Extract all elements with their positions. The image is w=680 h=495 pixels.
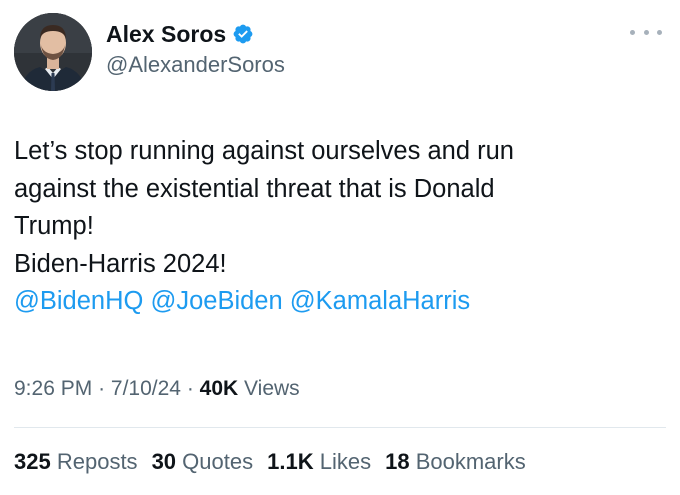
meta-separator: · [98, 377, 106, 400]
avatar[interactable] [14, 13, 92, 91]
verified-badge-icon[interactable] [232, 23, 254, 45]
likes-count: 1.1K [267, 449, 314, 474]
reposts-stat[interactable]: 325 Reposts [14, 449, 138, 475]
tweet-date[interactable]: 7/10/24 [111, 377, 181, 400]
tweet-text-line: against the existential threat that is D… [14, 174, 495, 203]
tweet-text-line: Let’s stop running against ourselves and… [14, 137, 514, 165]
avatar-photo [14, 13, 92, 91]
quotes-label: Quotes [182, 449, 254, 474]
views-count: 40K [199, 377, 239, 400]
tweet-text-line: Biden-Harris 2024! [14, 249, 227, 278]
bookmarks-label: Bookmarks [415, 449, 526, 474]
views-label: Views [244, 377, 300, 400]
author-name-row: Alex Soros [106, 20, 254, 48]
tweet-text-line: Trump! [14, 212, 94, 240]
meta-separator: · [186, 377, 194, 400]
bookmarks-count: 18 [385, 449, 410, 474]
more-options-icon[interactable] [630, 24, 662, 40]
mention-link-bidenhq[interactable]: @BidenHQ [14, 287, 143, 315]
quotes-count: 30 [151, 449, 177, 474]
mention-link-kamalaharris[interactable]: @KamalaHarris [290, 287, 470, 315]
tweet-meta: 9:26 PM · 7/10/24 · 40K Views [14, 376, 300, 402]
mention-link-joebiden[interactable]: @JoeBiden [150, 287, 282, 315]
bookmarks-stat[interactable]: 18 Bookmarks [385, 449, 526, 475]
engagement-stats: 325 Reposts 30 Quotes 1.1K Likes 18 Book… [14, 449, 526, 475]
author-display-name[interactable]: Alex Soros [106, 20, 226, 48]
tweet-text: Let’s stop running against ourselves and… [14, 133, 654, 321]
reposts-label: Reposts [56, 449, 138, 474]
likes-label: Likes [319, 449, 372, 474]
divider [14, 427, 666, 428]
tweet-card: Alex Soros @AlexanderSoros Let’s stop ru… [0, 0, 680, 495]
likes-stat[interactable]: 1.1K Likes [267, 449, 371, 475]
author-handle[interactable]: @AlexanderSoros [106, 52, 285, 78]
reposts-count: 325 [14, 449, 51, 474]
tweet-mentions-line: @BidenHQ @JoeBiden @KamalaHarris [14, 283, 654, 321]
tweet-time[interactable]: 9:26 PM [14, 377, 92, 400]
quotes-stat[interactable]: 30 Quotes [152, 449, 254, 475]
